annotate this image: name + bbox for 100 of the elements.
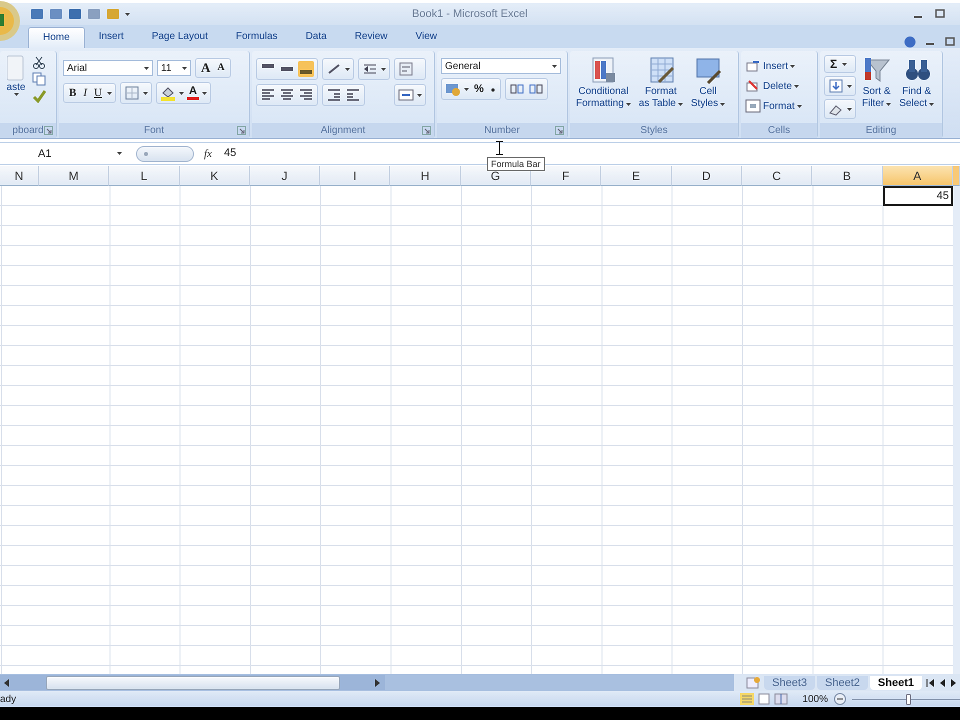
align-left-icon[interactable] [260, 87, 276, 103]
ribbon-button[interactable]: Cell Styles [688, 54, 728, 112]
font-size-dropdown[interactable]: 11 [157, 60, 191, 76]
column-header[interactable]: M [39, 166, 110, 186]
caret-icon[interactable] [125, 12, 130, 16]
dialog-launcher-icon[interactable] [422, 126, 431, 135]
paste-button[interactable]: aste [6, 82, 26, 93]
caret-icon[interactable] [720, 102, 726, 106]
grow-font-button[interactable]: A [199, 61, 212, 75]
sheet-tab[interactable]: Sheet1 [870, 676, 922, 690]
indent-icon[interactable] [326, 87, 342, 103]
column-header[interactable]: E [601, 166, 672, 186]
underline-button[interactable]: U [92, 86, 104, 100]
caret-icon[interactable] [14, 93, 18, 96]
insert-sheet-icon[interactable] [744, 676, 762, 690]
name-box[interactable]: A1 [0, 145, 126, 162]
borders-icon[interactable] [124, 85, 140, 101]
column-header[interactable]: A [882, 166, 953, 186]
zoom-slider[interactable] [852, 694, 960, 704]
restore-icon[interactable] [944, 36, 956, 48]
scroll-right-icon[interactable] [375, 678, 381, 686]
page-break-view-icon[interactable] [774, 693, 788, 705]
scrollbar-thumb[interactable] [46, 676, 340, 690]
ribbon-button[interactable]: Insert [745, 58, 796, 74]
caret-icon[interactable] [381, 68, 386, 70]
caret-icon[interactable] [842, 62, 848, 66]
caret-icon[interactable] [178, 92, 184, 94]
align-center-icon[interactable] [279, 87, 295, 103]
ribbon-tab[interactable]: Review [340, 27, 402, 48]
restore-icon[interactable] [934, 8, 946, 20]
active-cell[interactable]: 45 [882, 186, 953, 206]
copy-icon[interactable] [32, 72, 46, 86]
caret-icon[interactable] [794, 84, 799, 88]
horizontal-scrollbar[interactable] [0, 675, 385, 690]
caret-icon[interactable] [106, 92, 112, 94]
wrap-text-icon[interactable] [398, 61, 414, 77]
column-header[interactable]: I [320, 166, 390, 186]
column-header[interactable]: J [250, 166, 320, 186]
percent-button[interactable]: % [472, 82, 486, 96]
caret-icon[interactable] [552, 64, 557, 68]
ribbon-button[interactable]: Delete [745, 78, 799, 94]
normal-view-icon[interactable] [740, 693, 754, 705]
ribbon-button[interactable]: Sort & Filter [860, 54, 894, 112]
caret-icon[interactable] [202, 92, 207, 94]
italic-button[interactable]: I [81, 86, 90, 100]
splitter-handle-icon[interactable] [143, 150, 149, 156]
align-right-icon[interactable] [298, 87, 314, 103]
font-color-button[interactable]: A [186, 86, 199, 100]
indent-icon[interactable] [345, 87, 361, 103]
ribbon-tab[interactable]: Formulas [222, 27, 292, 48]
caret-icon[interactable] [464, 88, 469, 90]
merge-cells-icon[interactable] [398, 87, 414, 103]
column-header[interactable]: N [0, 166, 39, 186]
insert-function-button[interactable]: fx [204, 148, 212, 160]
ribbon-tab[interactable]: View [401, 27, 451, 48]
scroll-left-icon[interactable] [4, 678, 10, 686]
fill-color-icon[interactable] [160, 85, 176, 101]
column-header[interactable]: B [812, 166, 883, 186]
zoom-level[interactable]: 100% [802, 694, 828, 704]
column-header[interactable]: F [531, 166, 602, 186]
caret-icon[interactable] [142, 92, 148, 94]
caret-icon[interactable] [182, 66, 187, 70]
format-painter-icon[interactable] [32, 89, 46, 103]
fill-icon[interactable] [828, 78, 844, 94]
caret-icon[interactable] [847, 108, 852, 110]
scissors-icon[interactable] [32, 55, 46, 69]
page-layout-view-icon[interactable] [757, 693, 772, 705]
caret-icon[interactable] [790, 64, 796, 68]
bold-button[interactable]: B [67, 86, 78, 100]
dialog-launcher-icon[interactable] [237, 126, 246, 135]
column-header[interactable]: C [742, 166, 812, 186]
caret-icon[interactable] [345, 68, 350, 70]
column-header[interactable]: H [390, 166, 461, 186]
caret-icon[interactable] [886, 102, 892, 106]
sheet-tab[interactable]: Sheet3 [764, 676, 816, 690]
previous-sheet-icon[interactable] [939, 678, 947, 688]
first-sheet-icon[interactable] [926, 678, 936, 688]
caret-icon[interactable] [626, 102, 631, 106]
number-format-dropdown[interactable]: General [441, 58, 561, 74]
caret-icon[interactable] [847, 84, 852, 88]
column-header[interactable]: D [672, 166, 742, 186]
caret-icon[interactable] [144, 66, 149, 70]
ribbon-button[interactable]: Find & Select [897, 54, 936, 112]
ribbon-button[interactable]: Format as Table [636, 54, 685, 112]
column-header[interactable]: K [180, 166, 250, 186]
caret-icon[interactable] [417, 94, 422, 96]
ribbon-tab[interactable]: Insert [84, 27, 138, 48]
font-name-dropdown[interactable]: Arial [63, 60, 153, 76]
shrink-font-button[interactable]: A [215, 61, 227, 75]
dialog-launcher-icon[interactable] [555, 126, 564, 135]
ribbon-button[interactable]: Format [745, 98, 802, 114]
slider-thumb[interactable] [906, 694, 911, 704]
zoom-out-icon[interactable] [834, 693, 846, 705]
help-icon[interactable] [904, 36, 916, 48]
dialog-launcher-icon[interactable] [44, 126, 53, 135]
caret-icon[interactable] [678, 102, 683, 106]
ribbon-tab[interactable]: Page Layout [138, 27, 222, 48]
caret-icon[interactable] [929, 102, 934, 106]
sheet-tab[interactable]: Sheet2 [817, 676, 868, 690]
ribbon-button[interactable]: Conditional Formatting [574, 54, 633, 112]
